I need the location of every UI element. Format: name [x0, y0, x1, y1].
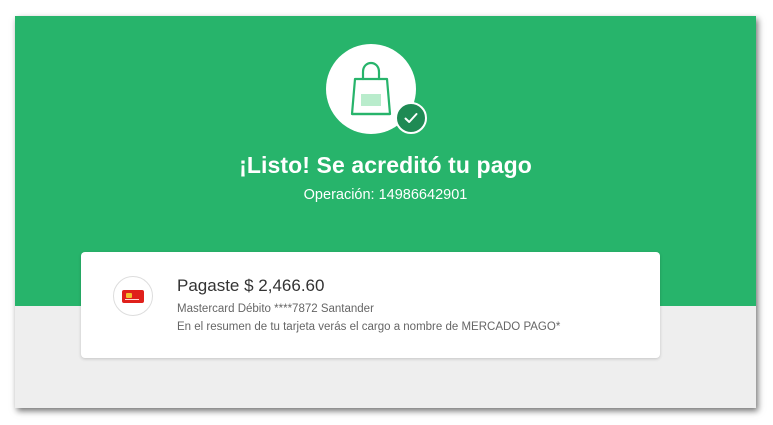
payment-summary-card: Pagaste $ 2,466.60 Mastercard Débito ***… [81, 252, 660, 358]
page-title: ¡Listo! Se acreditó tu pago [239, 152, 532, 178]
paid-amount: Pagaste $ 2,466.60 [177, 276, 325, 295]
check-badge [395, 102, 427, 134]
card-details: Mastercard Débito ****7872 Santander [177, 303, 374, 315]
card-stripe [125, 299, 139, 300]
shopping-bag-icon [350, 61, 392, 116]
operation-number: Operación: 14986642901 [303, 187, 468, 203]
card-chip [126, 293, 132, 298]
statement-note: En el resumen de tu tarjeta verás el car… [177, 321, 561, 333]
santander-card-icon [113, 276, 153, 316]
card-graphic [122, 290, 144, 303]
payment-confirmation-frame: ¡Listo! Se acreditó tu pago Operación: 1… [15, 16, 756, 408]
check-icon [404, 113, 418, 123]
